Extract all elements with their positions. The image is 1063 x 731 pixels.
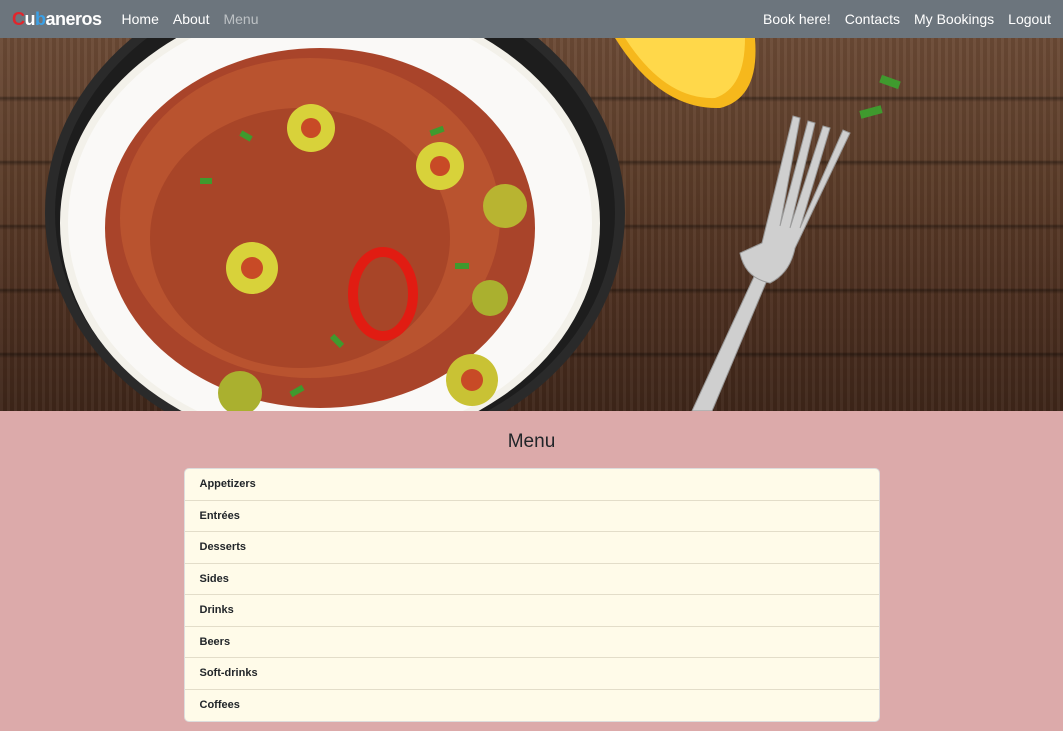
menu-section: Menu Appetizers Entrées Desserts Sides D…: [0, 411, 1063, 722]
nav-link-menu[interactable]: Menu: [223, 11, 258, 27]
nav-link-home[interactable]: Home: [122, 11, 159, 27]
brand-logo[interactable]: C u b aneros: [12, 9, 102, 30]
menu-title: Menu: [507, 431, 556, 452]
menu-item-sides[interactable]: Sides: [184, 564, 879, 595]
brand-letter-2: u: [24, 8, 36, 29]
menu-item-coffees[interactable]: Coffees: [185, 690, 879, 722]
nav-link-about[interactable]: About: [173, 11, 210, 27]
brand-letter-3: b: [35, 8, 46, 29]
brand-letter-rest: aneros: [45, 8, 103, 29]
menu-item-desserts[interactable]: Desserts: [184, 532, 879, 564]
nav-link-my-bookings[interactable]: My Bookings: [914, 11, 994, 27]
food-photo-icon: [45, 38, 901, 411]
menu-item-appetizers[interactable]: Appetizers: [184, 469, 879, 501]
menu-category-list: Appetizers Entrées Desserts Sides Drinks…: [183, 468, 880, 722]
nav-link-logout[interactable]: Logout: [1008, 11, 1051, 27]
menu-item-entrees[interactable]: Entrées: [184, 501, 879, 532]
menu-item-soft-drinks[interactable]: Soft-drinks: [184, 658, 879, 690]
nav-right: Book here! Contacts My Bookings Logout: [763, 11, 1051, 27]
nav-link-contacts[interactable]: Contacts: [845, 11, 900, 27]
hero-image: [0, 38, 1063, 411]
menu-item-beers[interactable]: Beers: [184, 627, 879, 658]
brand-letter-1: C: [12, 8, 25, 29]
nav-link-book[interactable]: Book here!: [763, 11, 831, 27]
menu-item-drinks[interactable]: Drinks: [184, 595, 879, 627]
nav-left: Home About Menu: [122, 11, 259, 27]
top-navbar: C u b aneros Home About Menu Book here! …: [0, 0, 1063, 38]
